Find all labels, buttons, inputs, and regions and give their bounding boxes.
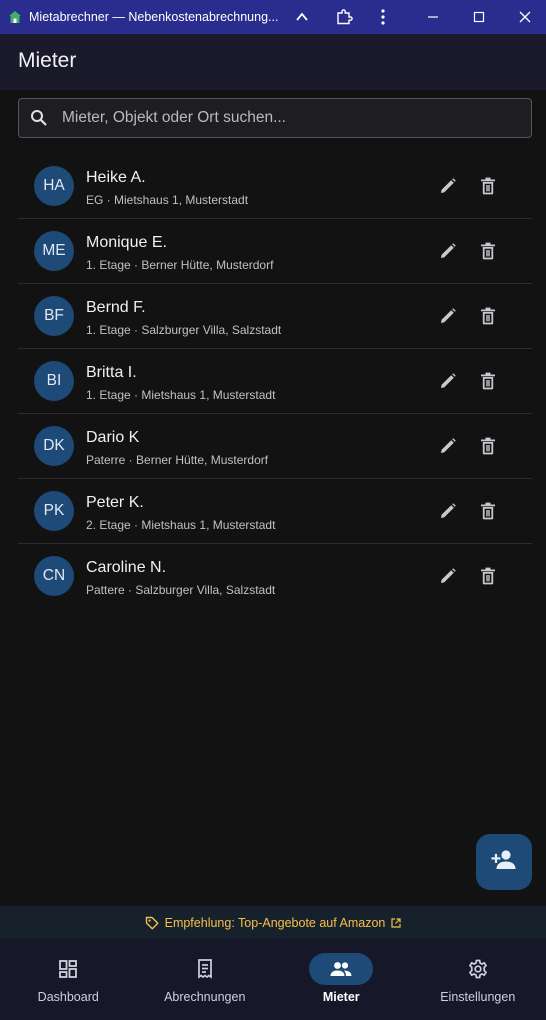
tenant-name: Britta I. [86, 364, 137, 381]
avatar: ME [34, 231, 74, 271]
dashboard-icon [36, 953, 100, 985]
edit-icon[interactable] [436, 564, 460, 588]
search-bar[interactable] [18, 98, 532, 138]
avatar: BI [34, 361, 74, 401]
nav-label: Einstellungen [440, 990, 516, 1004]
more-vert-icon[interactable] [363, 0, 403, 34]
edit-icon[interactable] [436, 304, 460, 328]
list-item[interactable]: HA Heike A. EG · Mietshaus 1, Musterstad… [18, 154, 532, 219]
list-item[interactable]: BF Bernd F. 1. Etage · Salzburger Villa,… [18, 284, 532, 349]
tenant-details: 1. Etage · Berner Hütte, Musterdorf [86, 258, 274, 272]
avatar: DK [34, 426, 74, 466]
delete-icon[interactable] [476, 304, 500, 328]
edit-icon[interactable] [436, 239, 460, 263]
chevron-up-icon[interactable] [282, 0, 322, 34]
people-icon [309, 953, 374, 985]
external-link-icon [391, 917, 401, 928]
avatar: BF [34, 296, 74, 336]
app-header: Mieter [0, 34, 546, 90]
nav-item-einstellungen[interactable]: Einstellungen [410, 939, 546, 1020]
delete-icon[interactable] [476, 239, 500, 263]
settings-icon [446, 953, 510, 985]
person-add-icon [491, 849, 517, 876]
list-item[interactable]: DK Dario K Paterre · Berner Hütte, Muste… [18, 414, 532, 479]
tenant-details: Paterre · Berner Hütte, Musterdorf [86, 453, 269, 467]
delete-icon[interactable] [476, 174, 500, 198]
bottom-navigation: Dashboard Abrechnungen Mieter Einstellun… [0, 939, 546, 1020]
delete-icon[interactable] [476, 434, 500, 458]
tenant-name: Dario K [86, 429, 140, 446]
search-input[interactable] [62, 109, 502, 127]
list-item[interactable]: CN Caroline N. Pattere · Salzburger Vill… [18, 544, 532, 609]
delete-icon[interactable] [476, 564, 500, 588]
list-item[interactable]: BI Britta I. 1. Etage · Mietshaus 1, Mus… [18, 349, 532, 414]
tenant-name: Monique E. [86, 234, 167, 251]
tenant-details: 1. Etage · Mietshaus 1, Musterstadt [86, 388, 276, 402]
nav-label: Abrechnungen [164, 990, 246, 1004]
tenant-details: EG · Mietshaus 1, Musterstadt [86, 193, 249, 207]
tag-icon [145, 916, 159, 930]
add-tenant-button[interactable] [476, 834, 532, 890]
nav-item-abrechnungen[interactable]: Abrechnungen [137, 939, 274, 1020]
tenant-details: 1. Etage · Salzburger Villa, Salzstadt [86, 323, 282, 337]
window-title: Mietabrechner — Nebenkostenabrechnung... [29, 10, 279, 24]
list-item[interactable]: ME Monique E. 1. Etage · Berner Hütte, M… [18, 219, 532, 284]
nav-item-dashboard[interactable]: Dashboard [0, 939, 137, 1020]
promo-banner[interactable]: Empfehlung: Top-Angebote auf Amazon [0, 906, 546, 939]
tenant-name: Caroline N. [86, 559, 167, 576]
window-titlebar: Mietabrechner — Nebenkostenabrechnung... [0, 0, 546, 34]
tenant-name: Peter K. [86, 494, 144, 511]
minimize-icon[interactable] [413, 0, 453, 34]
tenant-details: Pattere · Salzburger Villa, Salzstadt [86, 583, 276, 597]
page-title: Mieter [18, 49, 77, 72]
avatar: CN [34, 556, 74, 596]
close-icon[interactable] [505, 0, 545, 34]
edit-icon[interactable] [436, 369, 460, 393]
nav-label: Mieter [322, 990, 360, 1004]
extension-icon[interactable] [324, 0, 364, 34]
edit-icon[interactable] [436, 434, 460, 458]
delete-icon[interactable] [476, 369, 500, 393]
nav-item-mieter[interactable]: Mieter [273, 939, 410, 1020]
tenant-details: 2. Etage · Mietshaus 1, Musterstadt [86, 518, 276, 532]
promo-link[interactable]: Empfehlung: Top-Angebote auf Amazon [165, 916, 386, 930]
tenant-name: Heike A. [86, 169, 146, 186]
list-item[interactable]: PK Peter K. 2. Etage · Mietshaus 1, Must… [18, 479, 532, 544]
edit-icon[interactable] [436, 499, 460, 523]
maximize-icon[interactable] [459, 0, 499, 34]
receipt-icon [173, 953, 237, 985]
search-icon [29, 108, 49, 128]
delete-icon[interactable] [476, 499, 500, 523]
house-icon [7, 9, 23, 25]
avatar: PK [34, 491, 74, 531]
edit-icon[interactable] [436, 174, 460, 198]
tenant-list: HA Heike A. EG · Mietshaus 1, Musterstad… [18, 154, 532, 609]
nav-label: Dashboard [37, 990, 99, 1004]
tenant-name: Bernd F. [86, 299, 146, 316]
avatar: HA [34, 166, 74, 206]
